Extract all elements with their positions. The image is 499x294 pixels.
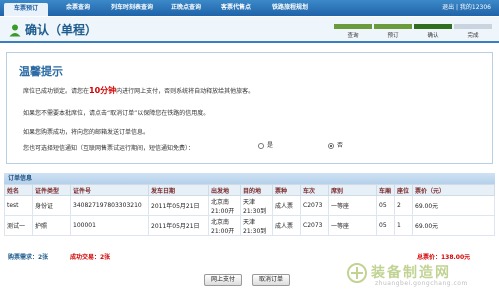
sms-option-yes[interactable]: 是: [258, 140, 273, 149]
col-date: 发车日期: [148, 184, 209, 196]
top-nav: 车票预订 余票查询 列车时刻表查询 正晚点查询 客票代售点 铁路旅程规划 退出 …: [0, 0, 499, 16]
pay-online-button[interactable]: 网上支付: [204, 274, 242, 286]
total-price: 总票价：138.00元: [417, 254, 471, 261]
tab-timetable[interactable]: 列车时刻表查询: [104, 2, 160, 14]
payment-deadline: 10分钟: [89, 86, 117, 95]
col-name: 姓名: [4, 184, 33, 196]
order-info-header: 订单信息: [4, 173, 495, 184]
step-confirm: 确认: [413, 24, 453, 40]
person-icon: [9, 24, 21, 37]
notice-line-email: 如果您购票成功，将向您的邮箱发送订单信息。: [23, 129, 150, 136]
col-seat: 座位: [394, 184, 413, 196]
notice-title: 温馨提示: [19, 65, 63, 78]
radio-no[interactable]: [328, 142, 334, 149]
page-title: 确认（单程）: [25, 23, 98, 37]
tab-ticket-booking[interactable]: 车票预订: [4, 3, 48, 16]
radio-yes[interactable]: [258, 142, 264, 149]
tab-agency-points[interactable]: 客票代售点: [212, 2, 260, 14]
step-complete: 完成: [453, 24, 493, 40]
step-reserve: 预订: [373, 24, 413, 40]
col-id-type: 证件类型: [32, 184, 71, 196]
col-car: 车厢: [376, 184, 395, 196]
table-row: 测试一 护照 100001 2011年05月21日 北京南 21:00开 天津 21…: [4, 215, 495, 236]
tickets-requested: 购票需求：2张: [8, 254, 49, 261]
tab-trip-planner[interactable]: 铁路旅程规划: [262, 2, 318, 14]
tickets-succeeded: 成功交易：2张: [70, 254, 111, 261]
user-links[interactable]: 退出 | 我的12306: [442, 2, 491, 14]
col-from: 出发地: [208, 184, 241, 196]
progress-steps: 查询 预订 确认 完成: [333, 24, 493, 40]
watermark-logo-icon: [347, 263, 367, 283]
notice-line-lock: 席位已成功锁定。请您在10分钟内进行网上支付，否则系统将自动释放给其他旅客。: [23, 86, 255, 95]
col-to: 目的地: [240, 184, 273, 196]
sms-option-no[interactable]: 否: [328, 140, 343, 149]
sms-question: 您也可选择短信通知（互联网售票试运行期间，短信通知免费）：: [23, 145, 195, 152]
notice-line-cancel: 如果您不需要本批席位，请点击“取消订单”以保障您在铁路的信用度。: [23, 110, 210, 117]
col-train: 车次: [300, 184, 329, 196]
watermark: 装备制造网 zhuangbei.gongchang.com: [345, 262, 495, 292]
cancel-order-button[interactable]: 取消订单: [252, 274, 290, 286]
tab-remaining-tickets[interactable]: 余票查询: [56, 2, 100, 14]
order-table: 姓名 证件类型 证件号 发车日期 出发地 目的地 票种 车次 席别 车厢 座位 …: [4, 184, 495, 236]
notice-box: 温馨提示 席位已成功锁定。请您在10分钟内进行网上支付，否则系统将自动释放给其他…: [6, 52, 493, 164]
tab-delay-query[interactable]: 正晚点查询: [162, 2, 210, 14]
col-id-number: 证件号: [70, 184, 149, 196]
col-ticket-type: 票种: [272, 184, 301, 196]
col-seat-class: 席别: [328, 184, 377, 196]
table-row: test 身份证 340827197803303210 2011年05月21日 …: [4, 195, 495, 216]
step-query: 查询: [333, 24, 373, 40]
col-price: 票价（元）: [412, 184, 495, 196]
